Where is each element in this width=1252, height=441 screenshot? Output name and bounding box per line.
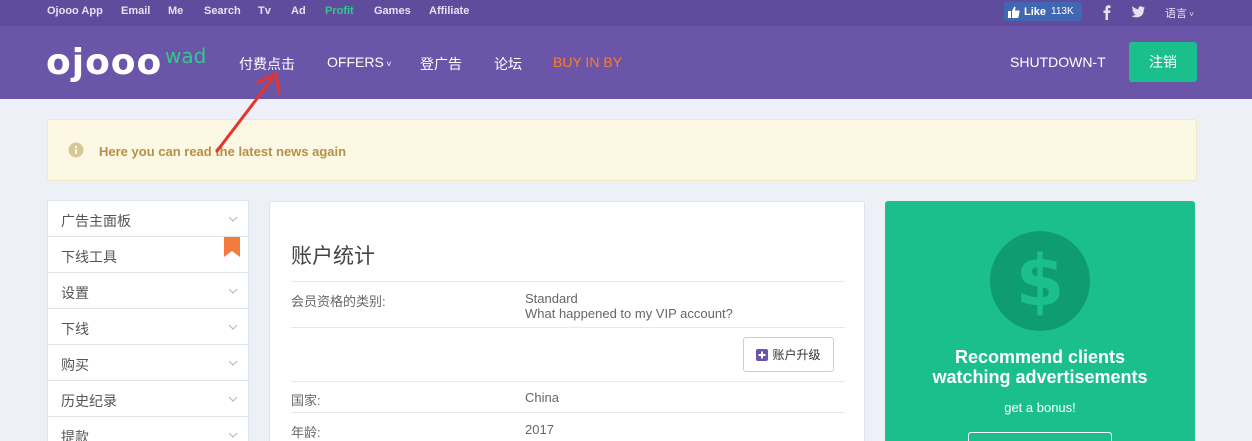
language-selector[interactable]: 语言 ˅ xyxy=(1165,5,1194,21)
nav-paid-clicks[interactable]: 付费点击 xyxy=(239,54,295,74)
toplink-search[interactable]: Search xyxy=(204,5,241,17)
chevron-down-icon xyxy=(228,324,238,330)
age-value: 2017 xyxy=(525,422,554,437)
promo-headline: Recommend clients watching advertisement… xyxy=(885,347,1195,387)
chevron-down-icon xyxy=(228,396,238,402)
chevron-down-icon xyxy=(228,432,238,438)
twitter-icon[interactable] xyxy=(1130,4,1146,20)
sidebar-item-label: 提款 xyxy=(61,429,89,441)
toplink-ad[interactable]: Ad xyxy=(291,5,306,17)
chevron-down-icon xyxy=(228,288,238,294)
referral-promo-card: $ Recommend clients watching advertiseme… xyxy=(885,201,1195,441)
nav-offers[interactable]: OFFERS ˅ xyxy=(327,54,392,70)
logo-subtitle: wad xyxy=(165,44,207,68)
membership-label: 会员资格的类别: xyxy=(291,294,386,309)
toplink-games[interactable]: Games xyxy=(374,5,411,17)
account-stats-panel: 账户统计 会员资格的类别: Standard What happened to … xyxy=(269,201,865,441)
bookmark-icon xyxy=(224,237,240,257)
sidebar-item-settings[interactable]: 设置 xyxy=(47,272,249,309)
vip-account-link[interactable]: What happened to my VIP account? xyxy=(525,306,733,321)
chevron-down-icon: ˅ xyxy=(383,59,392,69)
country-label: 国家: xyxy=(291,393,321,408)
promo-subtext: get a bonus! xyxy=(1004,400,1076,415)
dollar-coin-icon: $ xyxy=(990,231,1090,331)
main-header: ojooo wad 付费点击 OFFERS ˅ 登广告 论坛 BUY IN BY… xyxy=(0,26,1252,99)
username[interactable]: SHUTDOWN-T xyxy=(1010,54,1106,70)
divider xyxy=(291,381,845,382)
toplink-ojooo-app[interactable]: Ojooo App xyxy=(47,5,103,17)
sidebar-item-advertiser-panel[interactable]: 广告主面板 xyxy=(47,200,249,237)
toplink-me[interactable]: Me xyxy=(168,5,183,17)
sidebar-item-referral-tools[interactable]: 下线工具 xyxy=(47,236,249,273)
sidebar-item-label: 下线 xyxy=(61,321,89,337)
upgrade-account-button[interactable]: 账户升级 xyxy=(743,337,834,372)
facebook-icon[interactable] xyxy=(1099,4,1115,20)
svg-text:$: $ xyxy=(1016,240,1065,322)
upgrade-label: 账户升级 xyxy=(772,348,821,362)
nav-post-ads[interactable]: 登广告 xyxy=(420,54,462,74)
like-count: 113K xyxy=(1051,6,1074,17)
like-label: Like xyxy=(1024,5,1047,18)
alert-message[interactable]: Here you can read the latest news again xyxy=(99,144,346,159)
sidebar-item-label: 设置 xyxy=(61,285,89,301)
top-bar: Ojooo App Email Me Search Tv Ad Profit G… xyxy=(0,0,1252,26)
sidebar: 广告主面板 下线工具 设置 下线 购买 历史纪录 提款 xyxy=(47,200,249,441)
sidebar-item-label: 下线工具 xyxy=(61,249,117,265)
promo-headline-line-1: Recommend clients xyxy=(954,347,1126,367)
sidebar-item-label: 历史纪录 xyxy=(61,393,117,409)
promo-button[interactable] xyxy=(968,432,1112,441)
info-icon xyxy=(68,142,84,158)
chevron-down-icon xyxy=(228,360,238,366)
plus-square-icon xyxy=(756,348,769,361)
age-label: 年龄: xyxy=(291,425,321,440)
news-alert: Here you can read the latest news again xyxy=(47,119,1197,181)
promo-headline-line-2: watching advertisements xyxy=(932,367,1148,387)
sidebar-item-purchase[interactable]: 购买 xyxy=(47,344,249,381)
sidebar-item-label: 广告主面板 xyxy=(61,213,131,229)
sidebar-item-label: 购买 xyxy=(61,357,89,373)
facebook-like-button[interactable]: Like 113K xyxy=(1004,2,1082,21)
nav-offers-label: OFFERS xyxy=(327,54,384,70)
nav-forum[interactable]: 论坛 xyxy=(494,54,522,74)
logout-button[interactable]: 注销 xyxy=(1129,42,1197,82)
chevron-down-icon xyxy=(228,216,238,222)
page-title: 账户统计 xyxy=(291,245,375,268)
toplink-email[interactable]: Email xyxy=(121,5,150,17)
toplink-tv[interactable]: Tv xyxy=(258,5,271,17)
toplink-profit[interactable]: Profit xyxy=(325,5,354,17)
toplink-affiliate[interactable]: Affiliate xyxy=(429,5,469,17)
chevron-down-icon: ˅ xyxy=(1187,10,1194,19)
country-value: China xyxy=(525,390,559,405)
divider xyxy=(291,327,845,328)
sidebar-item-withdraw[interactable]: 提款 xyxy=(47,416,249,441)
membership-value: Standard xyxy=(525,291,578,306)
nav-buy-in-by[interactable]: BUY IN BY xyxy=(553,54,622,70)
divider xyxy=(291,281,845,282)
sidebar-item-history[interactable]: 历史纪录 xyxy=(47,380,249,417)
sidebar-item-referrals[interactable]: 下线 xyxy=(47,308,249,345)
thumbs-up-icon xyxy=(1008,6,1020,18)
divider xyxy=(291,412,845,413)
logo[interactable]: ojooo xyxy=(46,42,162,83)
language-label: 语言 xyxy=(1165,8,1187,20)
